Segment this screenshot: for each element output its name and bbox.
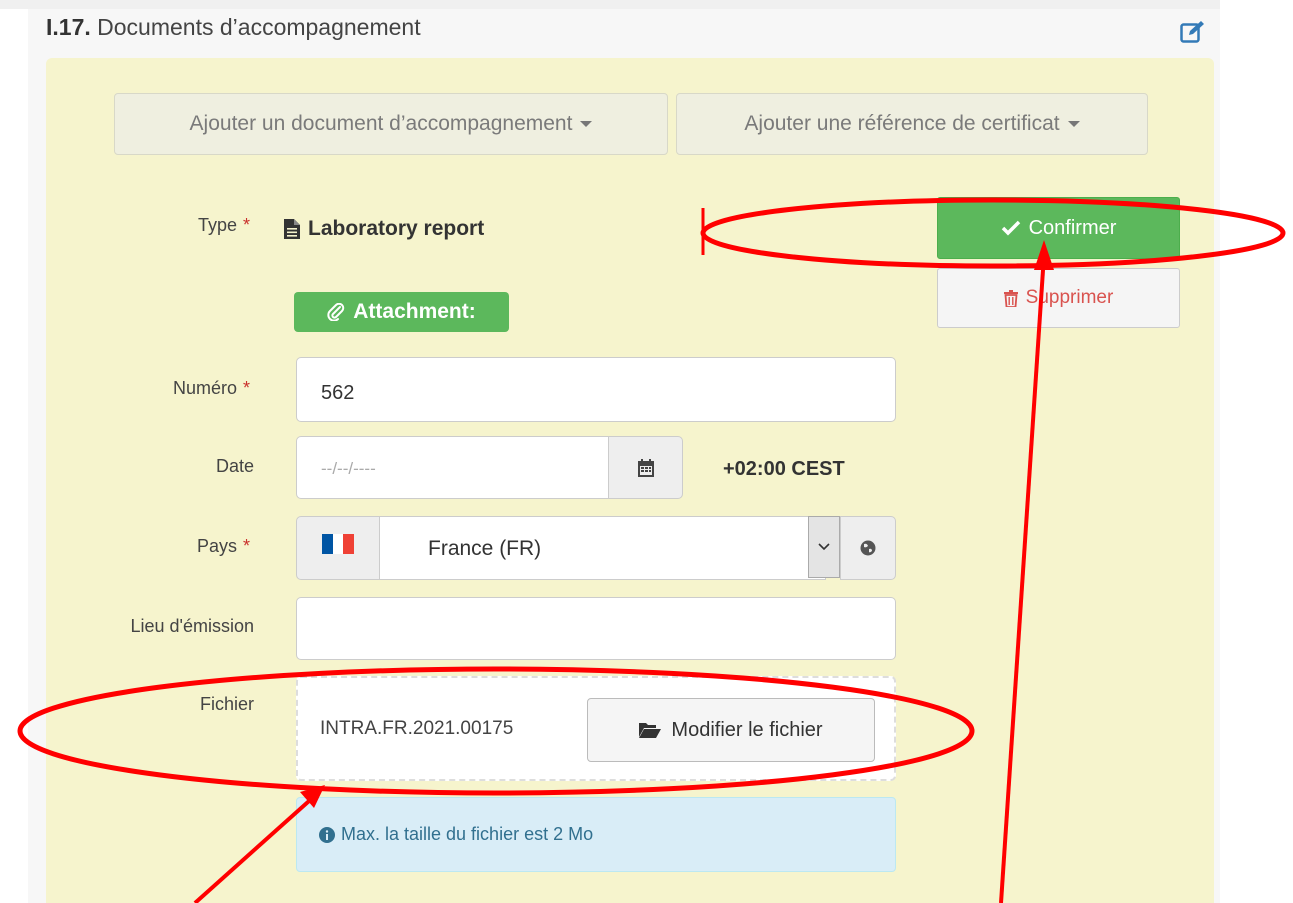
numero-label-text: Numéro — [172, 378, 237, 398]
folder-open-icon — [639, 723, 662, 738]
info-icon — [319, 826, 335, 843]
file-dropzone[interactable]: INTRA.FR.2021.00175 Modifier le fichier — [296, 676, 896, 781]
check-icon — [1001, 220, 1020, 236]
add-certificate-label: Ajouter une référence de certificat — [744, 112, 1060, 135]
attachment-badge-text: Attachment: — [353, 300, 476, 323]
lieu-input[interactable] — [296, 597, 896, 660]
top-border — [0, 0, 1220, 9]
caret-down-icon — [580, 121, 593, 127]
add-certificate-button[interactable]: Ajouter une référence de certificat — [676, 93, 1148, 155]
required-marker: * — [242, 215, 250, 235]
type-label-text: Type — [197, 215, 237, 235]
type-value: Laboratory report — [284, 217, 484, 241]
confirm-label: Confirmer — [1028, 216, 1117, 239]
date-field: --/--/---- — [296, 436, 683, 499]
modify-file-label: Modifier le fichier — [671, 718, 823, 741]
fichier-label: Fichier — [199, 694, 254, 714]
type-value-text: Laboratory report — [308, 217, 485, 240]
flag-box — [296, 516, 380, 580]
add-document-label: Ajouter un document d’accompagnement — [189, 112, 573, 135]
paperclip-icon — [327, 303, 345, 321]
info-alert: Max. la taille du fichier est 2 Mo — [296, 797, 896, 872]
file-text-icon — [284, 219, 300, 239]
timezone-text: +02:00 CEST — [723, 458, 845, 480]
required-marker: * — [242, 378, 250, 398]
section-title: I.17. Documents d’accompagnement — [46, 14, 421, 41]
calendar-icon — [637, 458, 654, 477]
globe-button[interactable] — [840, 516, 896, 580]
edit-icon[interactable] — [1180, 20, 1206, 44]
trash-icon — [1003, 289, 1018, 307]
info-text: Max. la taille du fichier est 2 Mo — [341, 824, 594, 844]
country-field: France (FR) — [296, 516, 896, 580]
country-select[interactable]: France (FR) — [379, 516, 826, 580]
pays-label: Pays * — [120, 536, 250, 557]
section-title-text: Documents d’accompagnement — [97, 14, 421, 40]
france-flag-icon — [322, 534, 355, 554]
date-label: Date — [215, 456, 254, 476]
confirm-button[interactable]: Confirmer — [937, 197, 1180, 259]
section-number: I.17. — [46, 14, 91, 40]
chevron-down-icon[interactable] — [808, 516, 840, 578]
delete-button[interactable]: Supprimer — [937, 268, 1180, 328]
globe-icon — [860, 540, 876, 556]
pays-label-text: Pays — [196, 536, 237, 556]
left-margin — [0, 9, 28, 903]
delete-label: Supprimer — [1025, 287, 1114, 308]
type-label: Type * — [120, 215, 250, 236]
numero-input[interactable]: 562 — [296, 357, 896, 422]
modify-file-button[interactable]: Modifier le fichier — [587, 698, 875, 762]
required-marker: * — [242, 536, 250, 556]
numero-label: Numéro * — [100, 378, 250, 399]
lieu-label: Lieu d'émission — [130, 616, 254, 636]
calendar-button[interactable] — [608, 436, 683, 499]
date-input[interactable]: --/--/---- — [296, 436, 610, 499]
file-name: INTRA.FR.2021.00175 — [320, 718, 514, 739]
add-document-button[interactable]: Ajouter un document d’accompagnement — [114, 93, 668, 155]
caret-down-icon — [1067, 121, 1080, 127]
attachment-badge: Attachment: — [294, 292, 509, 332]
